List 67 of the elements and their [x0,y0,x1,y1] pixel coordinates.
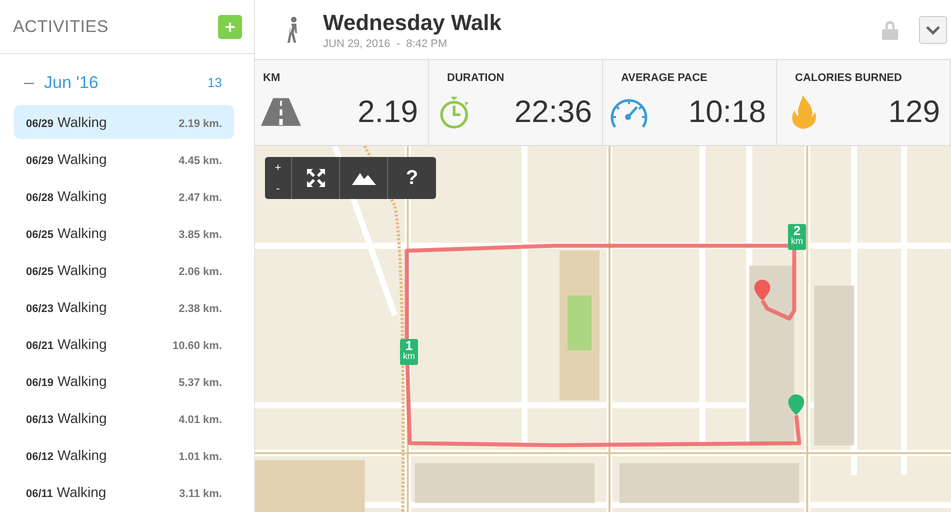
activity-date: 06/28 [26,191,54,206]
activity-item[interactable]: 06/25 Walking 2.06 km. [14,253,234,287]
activity-type: Walking [58,187,108,206]
activity-datetime: JUN 29, 2016 - 8:42 PM [323,38,448,50]
activity-item[interactable]: 06/23 Walking 2.38 km. [14,290,234,324]
mountain-icon [352,171,376,185]
activity-distance: 2.19 km. [178,117,222,132]
distance-marker: 1 km [400,339,418,365]
stat-value: 10:18 [688,94,766,130]
activity-item[interactable]: 06/12 Walking 1.01 km. [14,438,234,472]
fullscreen-icon [306,168,326,188]
activity-title: Wednesday Walk [323,10,503,36]
activity-item[interactable]: 06/11 Walking 3.11 km. [14,475,234,509]
activity-item[interactable]: 06/28 Walking 2.47 km. [14,179,234,213]
activity-distance: 4.01 km. [178,413,222,428]
activity-date: 06/29 [26,117,54,132]
activity-item[interactable]: 06/21 Walking 10.60 km. [14,327,234,361]
stat-value: 129 [888,94,940,130]
activity-item[interactable]: 06/19 Walking 5.37 km. [14,364,234,398]
chevron-down-icon [925,24,941,34]
dropdown-button[interactable] [919,16,947,44]
activity-item[interactable]: 06/25 Walking 3.85 km. [14,216,234,250]
activity-item[interactable]: 06/29 Walking 2.19 km. [14,105,234,139]
activity-type: Walking [58,372,108,391]
activity-distance: 2.38 km. [178,302,222,317]
activity-distance: 3.11 km. [179,487,222,502]
activity-distance: 2.47 km. [178,191,222,206]
activity-type: Walking [58,113,108,132]
activity-distance: 5.37 km. [178,376,222,391]
distance-marker: 2 km [788,224,806,250]
activity-count: 13 [208,75,222,90]
activity-type: Walking [58,409,108,428]
activity-date: 06/19 [26,376,54,391]
stat-value: 2.19 [358,94,418,130]
activity-type: Walking [58,261,108,280]
activity-type: Walking [58,150,108,169]
activity-distance: 2.06 km. [178,265,222,280]
activity-date: 06/25 [26,265,54,280]
activity-distance: 4.45 km. [178,154,222,169]
activity-date: 06/25 [26,228,54,243]
activity-type: Walking [56,483,108,502]
stat-label: CALORIES BURNED [795,72,903,84]
collapse-toggle[interactable]: – [24,72,34,93]
activity-date: 06/21 [26,339,54,354]
stat-value: 22:36 [514,94,592,130]
activity-item[interactable]: 06/29 Walking 4.45 km. [14,142,234,176]
sidebar-title: ACTIVITIES [13,16,109,36]
stat-label: AVERAGE PACE [621,72,708,84]
stat-label: KM [263,72,282,84]
activity-item[interactable]: 06/13 Walking 4.01 km. [14,401,234,435]
zoom-out-button[interactable]: - [265,178,291,199]
activity-date: 06/23 [26,302,54,317]
activity-type: Walking [58,224,108,243]
road-icon [261,95,301,129]
activity-distance: 10.60 km. [172,339,222,354]
help-button[interactable]: ? [388,157,436,199]
activity-date: 06/12 [26,450,54,465]
activity-date: 06/13 [26,413,54,428]
activity-distance: 3.85 km. [178,228,222,243]
activity-date: 06/11 [26,487,53,502]
activity-distance: 1.01 km. [178,450,222,465]
activity-type: Walking [58,335,108,354]
activity-date: 06/29 [26,154,54,169]
activity-type: Walking [58,298,108,317]
zoom-in-button[interactable]: + [265,157,291,178]
stat-label: DURATION [447,72,506,84]
activity-type: Walking [58,446,108,465]
